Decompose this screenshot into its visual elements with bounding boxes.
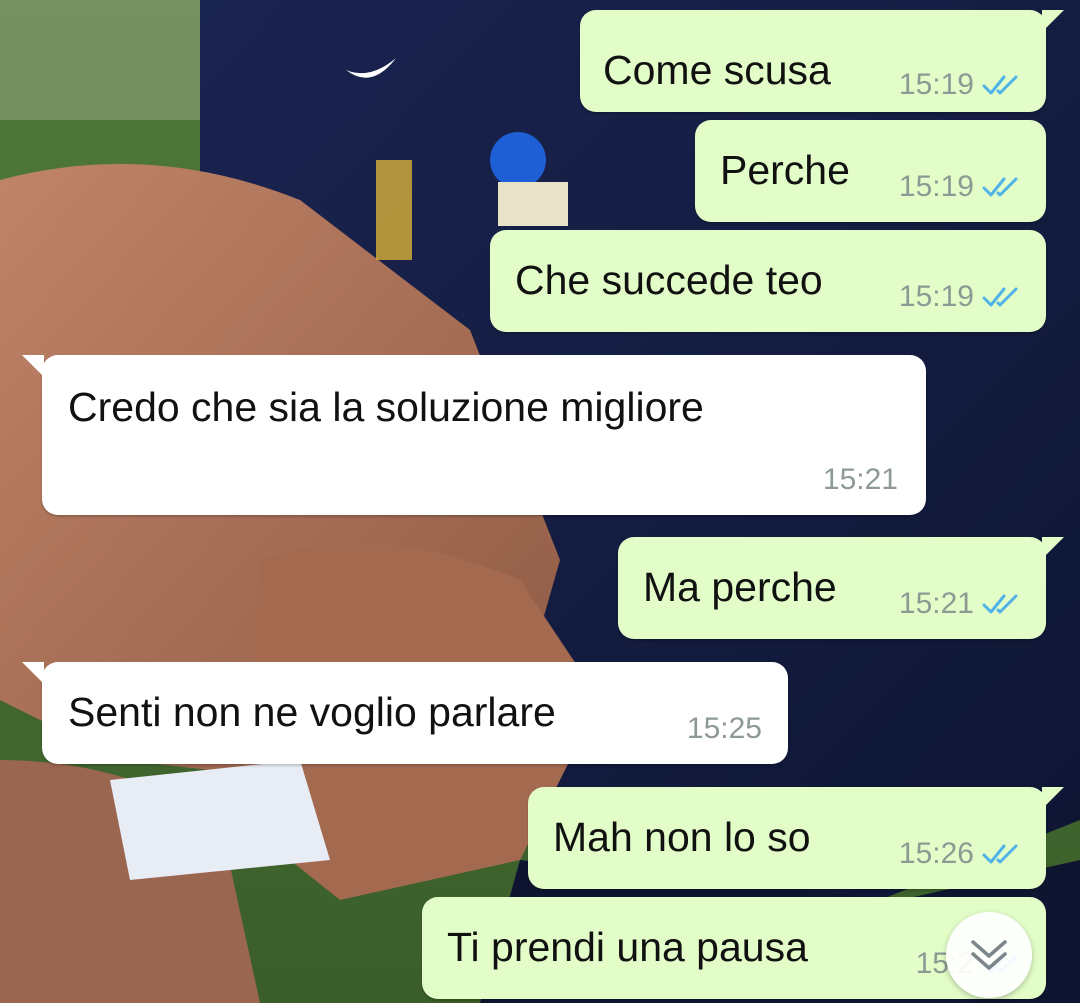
message-text: Perche — [720, 147, 850, 193]
message-text: Che succede teo — [515, 257, 823, 303]
double-check-icon — [982, 75, 1018, 95]
message-bubble-outgoing[interactable]: Che succede teo 15:19 — [490, 230, 1046, 332]
double-check-icon — [982, 177, 1018, 197]
message-time: 15:19 — [898, 280, 974, 313]
bubble-tail — [1042, 537, 1064, 559]
message-time: 15:26 — [898, 837, 974, 870]
message-text: Mah non lo so — [553, 814, 811, 860]
message-meta: 15:19 — [899, 172, 1024, 202]
message-meta: 15:25 — [687, 714, 762, 744]
message-meta: 15:19 — [899, 70, 1024, 100]
message-meta: 15:26 — [899, 839, 1024, 869]
message-time: 15:21 — [822, 463, 898, 496]
message-time: 15:19 — [898, 170, 974, 203]
bubble-tail — [1042, 10, 1064, 32]
message-time: 15:19 — [898, 68, 974, 101]
message-time: 15:25 — [686, 712, 762, 745]
message-meta: 15:21 — [899, 589, 1024, 619]
message-bubble-incoming[interactable]: Senti non ne voglio parlare 15:25 — [22, 662, 788, 764]
scroll-to-bottom-button[interactable] — [946, 912, 1032, 998]
message-text: Come scusa — [603, 47, 831, 93]
message-bubble-outgoing[interactable]: Perche 15:19 — [695, 120, 1046, 222]
message-bubble-outgoing[interactable]: Come scusa 15:19 — [580, 10, 1064, 112]
message-bubble-outgoing[interactable]: Mah non lo so 15:26 — [528, 787, 1064, 889]
double-check-icon — [982, 287, 1018, 307]
bubble-tail — [22, 662, 44, 684]
message-meta: 15:19 — [899, 282, 1024, 312]
chevron-double-down-icon — [971, 940, 1007, 970]
bubble-tail — [1042, 787, 1064, 809]
message-text: Senti non ne voglio parlare — [68, 689, 556, 735]
double-check-icon — [982, 594, 1018, 614]
double-check-icon — [982, 844, 1018, 864]
message-bubble-incoming[interactable]: Credo che sia la soluzione migliore 15:2… — [22, 355, 926, 515]
message-meta: 15:21 — [823, 465, 898, 495]
message-text: Ti prendi una pausa — [447, 924, 808, 970]
message-text: Ma perche — [643, 564, 837, 610]
bubble-tail — [22, 355, 44, 377]
message-bubble-outgoing[interactable]: Ma perche 15:21 — [618, 537, 1064, 639]
message-text: Credo che sia la soluzione migliore — [68, 384, 704, 430]
message-time: 15:21 — [898, 587, 974, 620]
